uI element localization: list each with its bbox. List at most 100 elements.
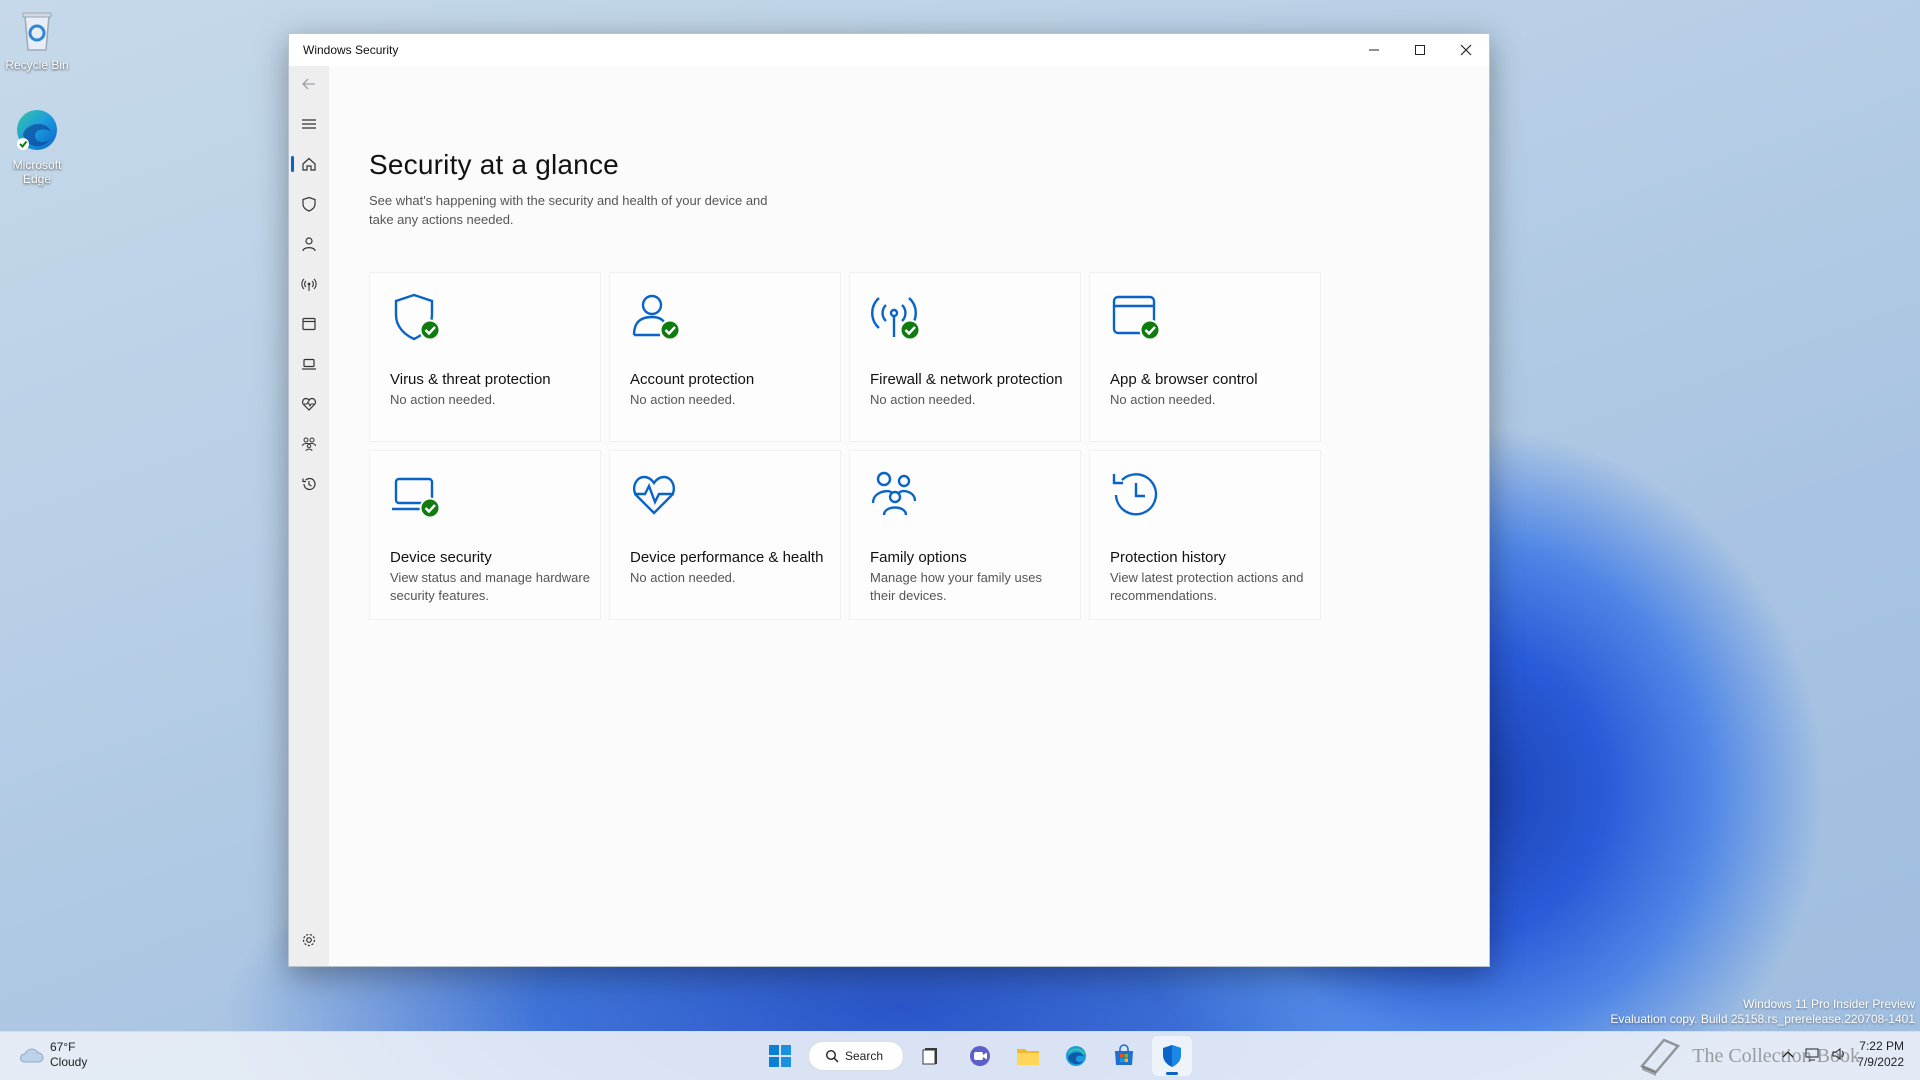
tile-status: No action needed.	[870, 392, 976, 407]
windows-start-icon	[769, 1045, 791, 1067]
tile-text: Account protection No action needed.	[630, 370, 830, 409]
tile-family-options[interactable]: Family options Manage how your family us…	[849, 450, 1081, 620]
tile-status: No action needed.	[390, 392, 496, 407]
search-icon	[825, 1049, 839, 1063]
search-label: Search	[845, 1049, 884, 1063]
tile-app-browser-control[interactable]: App & browser control No action needed.	[1089, 272, 1321, 442]
tile-device-performance-health[interactable]: Device performance & health No action ne…	[609, 450, 841, 620]
tile-title: Firewall & network protection	[870, 371, 1063, 388]
nav-device-health[interactable]	[289, 388, 329, 420]
weather-desc: Cloudy	[50, 1055, 88, 1069]
app-browser-check-icon	[1112, 295, 1161, 341]
menu-button[interactable]	[289, 108, 329, 140]
tile-title: Protection history	[1110, 549, 1226, 566]
family-icon	[302, 437, 316, 452]
nav-settings[interactable]	[289, 924, 329, 956]
cloud-icon	[20, 1048, 44, 1063]
minimize-button[interactable]	[1351, 34, 1397, 66]
page-subtitle: See what's happening with the security a…	[369, 193, 768, 227]
book-logo-icon	[1640, 1038, 1681, 1076]
tiles-grid: Virus & threat protection No action need…	[369, 272, 1321, 620]
tile-protection-history[interactable]: Protection history View latest protectio…	[1089, 450, 1321, 620]
edge-icon	[1066, 1046, 1086, 1066]
history-icon	[302, 477, 316, 491]
tile-text: Protection history View latest protectio…	[1110, 548, 1310, 605]
nav-firewall[interactable]	[289, 268, 329, 300]
task-view-button[interactable]	[912, 1036, 952, 1076]
weather-text: 67°F Cloudy	[50, 1040, 87, 1070]
volume-icon[interactable]	[1831, 1046, 1847, 1062]
evaluation-line-1: Windows 11 Pro Insider Preview	[1743, 997, 1915, 1011]
start-button[interactable]	[760, 1036, 800, 1076]
tile-text: Firewall & network protection No action …	[870, 370, 1070, 409]
desktop-icon-label: Microsoft Edge	[12, 158, 62, 186]
store-button[interactable]	[1104, 1036, 1144, 1076]
nav-family-options[interactable]	[289, 428, 329, 460]
nav-device-security[interactable]	[289, 348, 329, 380]
shield-check-icon	[394, 293, 441, 341]
taskbar: 67°F Cloudy Search The Collection Book 7…	[0, 1031, 1920, 1080]
recycle-bin-icon	[13, 6, 61, 54]
tile-title: Virus & threat protection	[390, 371, 551, 388]
file-explorer-icon	[1017, 1049, 1039, 1065]
tile-account-protection[interactable]: Account protection No action needed.	[609, 272, 841, 442]
tile-status: View status and manage hardware security…	[390, 570, 590, 603]
tile-title: Account protection	[630, 371, 755, 388]
tile-virus-threat-protection[interactable]: Virus & threat protection No action need…	[369, 272, 601, 442]
desktop-icon-label: Recycle Bin	[5, 58, 69, 72]
nav-account-protection[interactable]	[289, 228, 329, 260]
wireless-icon	[301, 278, 317, 291]
maximize-icon	[1415, 45, 1425, 55]
page-title: Security at a glance	[369, 149, 619, 180]
edge-icon	[13, 106, 61, 154]
family-options-icon	[871, 471, 917, 516]
close-button[interactable]	[1443, 34, 1489, 66]
clock-date: 7/9/2022	[1857, 1055, 1904, 1069]
clock[interactable]: 7:22 PM 7/9/2022	[1857, 1038, 1904, 1070]
weather-widget[interactable]: 67°F Cloudy	[18, 1040, 87, 1070]
chevron-up-icon[interactable]	[1781, 1047, 1795, 1061]
tile-status: No action needed.	[630, 570, 736, 585]
maximize-button[interactable]	[1397, 34, 1443, 66]
home-icon	[302, 157, 316, 171]
chat-button[interactable]	[960, 1036, 1000, 1076]
chat-icon	[970, 1046, 990, 1066]
close-icon	[1460, 44, 1472, 56]
tile-status: No action needed.	[1110, 392, 1216, 407]
laptop-icon	[302, 358, 316, 370]
tile-device-security[interactable]: Device security View status and manage h…	[369, 450, 601, 620]
main-content: Security at a glance See what's happenin…	[329, 66, 1489, 966]
nav-virus-protection[interactable]	[289, 188, 329, 220]
navigation-rail	[289, 66, 329, 966]
windows-security-icon	[1163, 1045, 1181, 1067]
taskbar-apps: Search	[760, 1036, 1192, 1076]
task-view-icon	[922, 1048, 937, 1065]
edge-button[interactable]	[1056, 1036, 1096, 1076]
minimize-icon	[1369, 49, 1379, 51]
windows-security-taskbar-button[interactable]	[1152, 1036, 1192, 1076]
tile-text: Family options Manage how your family us…	[870, 548, 1070, 605]
nav-home[interactable]	[289, 148, 329, 180]
file-explorer-button[interactable]	[1008, 1036, 1048, 1076]
window-title: Windows Security	[303, 43, 399, 57]
nav-protection-history[interactable]	[289, 468, 329, 500]
protection-history-icon	[1112, 473, 1158, 516]
tile-firewall-network-protection[interactable]: Firewall & network protection No action …	[849, 272, 1081, 442]
tile-status: View latest protection actions and recom…	[1110, 570, 1304, 603]
tile-status: No action needed.	[630, 392, 736, 407]
network-icon[interactable]	[1805, 1046, 1821, 1062]
app-browser-icon	[302, 317, 316, 331]
taskbar-search[interactable]: Search	[808, 1041, 904, 1071]
title-bar[interactable]: Windows Security	[289, 34, 1489, 66]
desktop-icon-edge[interactable]: Microsoft Edge	[4, 106, 70, 186]
desktop-icon-recycle-bin[interactable]: Recycle Bin	[4, 6, 70, 72]
tile-title: Device performance & health	[630, 549, 824, 566]
system-tray: 7:22 PM 7/9/2022	[1781, 1038, 1904, 1070]
tile-text: Virus & threat protection No action need…	[390, 370, 590, 409]
back-arrow-icon	[302, 78, 315, 90]
tile-text: Device performance & health No action ne…	[630, 548, 830, 587]
back-button[interactable]	[289, 68, 329, 100]
windows-security-window: Windows Security Security at a glance Se…	[288, 33, 1490, 967]
nav-app-browser[interactable]	[289, 308, 329, 340]
evaluation-line-2: Evaluation copy. Build 25158.rs_prerelea…	[1610, 1012, 1915, 1026]
